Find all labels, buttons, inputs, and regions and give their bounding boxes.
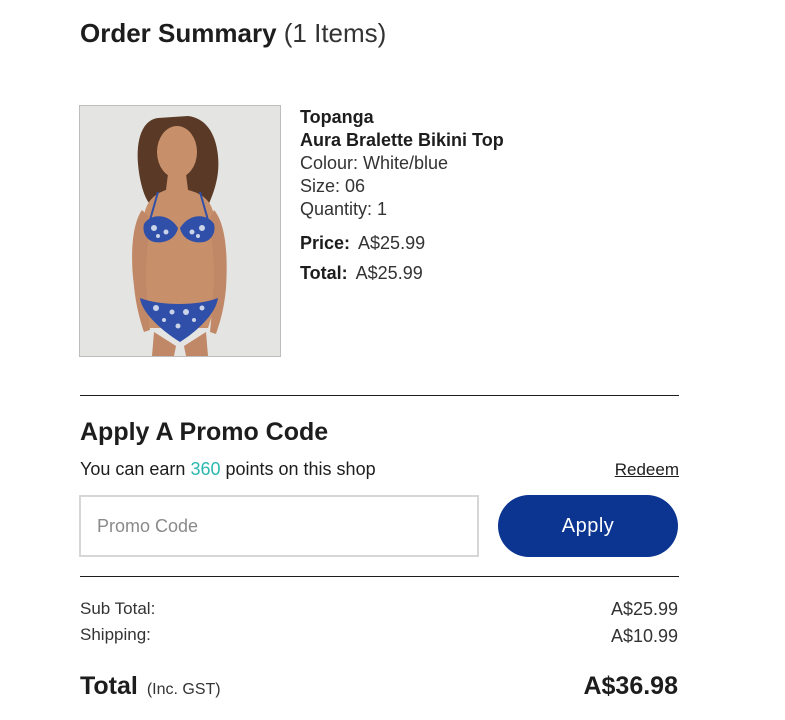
promo-code-input[interactable] xyxy=(79,495,479,557)
subtotal-label: Sub Total: xyxy=(80,599,156,618)
redeem-link[interactable]: Redeem xyxy=(615,460,679,480)
product-total-value: A$25.99 xyxy=(355,263,423,283)
product-colour: Colour: White/blue xyxy=(300,153,449,173)
product-name: Aura Bralette Bikini Top xyxy=(300,130,504,150)
product-image xyxy=(79,105,281,357)
section-divider xyxy=(80,576,679,577)
subtotal-value: A$25.99 xyxy=(610,599,678,619)
earn-prefix: You can earn xyxy=(80,459,191,479)
order-total-label: Total (Inc. GST) xyxy=(80,672,221,701)
product-total-label: Total: xyxy=(300,263,348,283)
section-divider xyxy=(80,395,679,396)
earn-suffix: points on this shop xyxy=(220,459,376,479)
product-brand: Topanga xyxy=(300,107,374,127)
promo-heading: Apply A Promo Code xyxy=(80,418,329,446)
product-quantity: Quantity: 1 xyxy=(300,199,388,219)
apply-promo-button[interactable]: Apply xyxy=(498,495,678,557)
product-price-value: A$25.99 xyxy=(358,233,426,253)
earn-points: 360 xyxy=(190,459,221,479)
product-size: Size: 06 xyxy=(300,176,366,196)
product-details: Topanga Aura Bralette Bikini Top Colour:… xyxy=(300,106,504,288)
shipping-label: Shipping: xyxy=(80,625,151,644)
shipping-value: A$10.99 xyxy=(610,626,678,646)
order-summary-heading: Order Summary xyxy=(80,18,277,48)
product-price-label: Price: xyxy=(300,233,351,253)
gst-note: (Inc. GST) xyxy=(146,681,221,698)
product-price-row: Price: A$25.99 Total: A$25.99 xyxy=(300,228,504,288)
points-earn-text: You can earn 360 points on this shop xyxy=(80,459,376,480)
order-summary-title: Order Summary (1 Items) xyxy=(80,18,386,49)
total-label-text: Total xyxy=(80,672,138,700)
order-item-count: (1 Items) xyxy=(283,18,387,48)
order-total-value: A$36.98 xyxy=(583,672,678,700)
